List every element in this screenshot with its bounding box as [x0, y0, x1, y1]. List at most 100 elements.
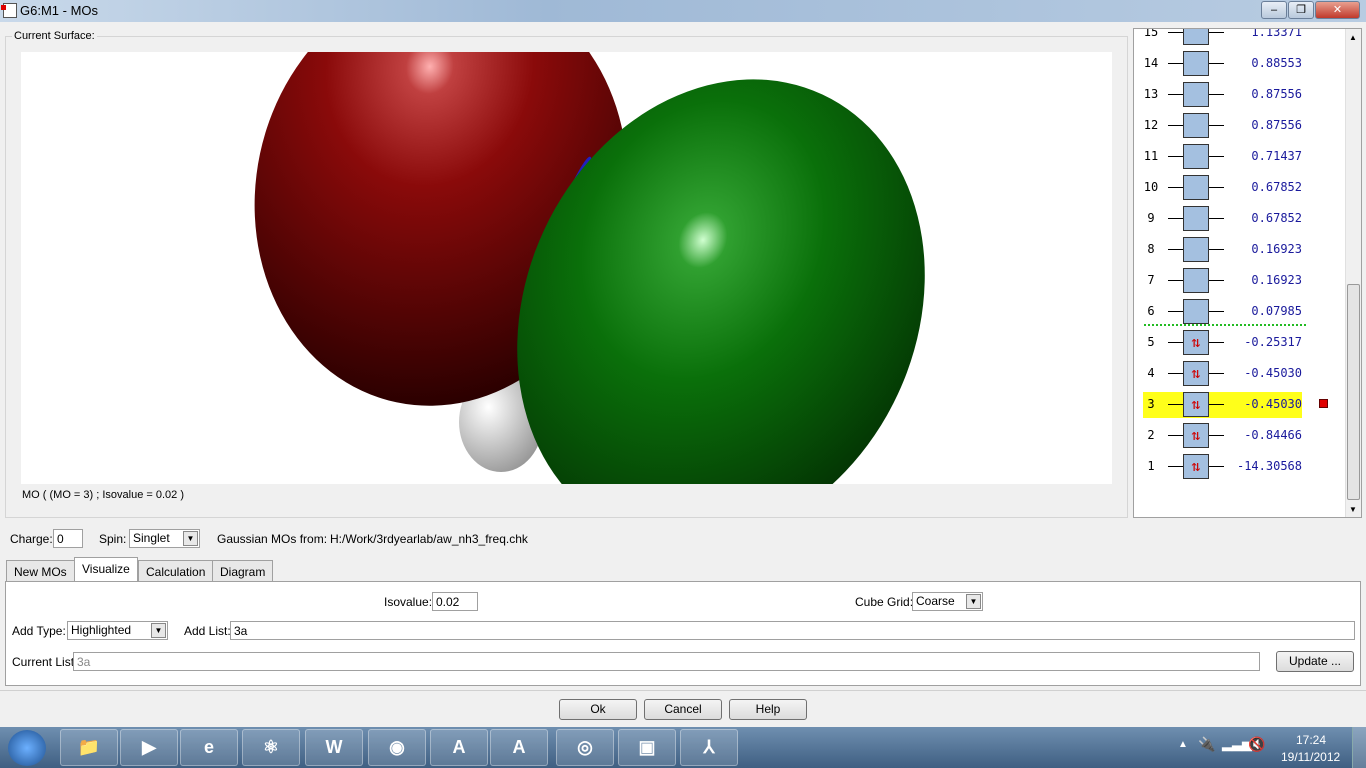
chevron-down-icon: ▼	[183, 531, 198, 546]
mo-number: 6	[1147, 304, 1155, 318]
icsd-icon[interactable]: ◎	[556, 729, 614, 766]
spin-value: Singlet	[133, 531, 170, 545]
mo-energy: 0.87556	[1251, 118, 1302, 132]
mo-number: 15	[1143, 28, 1159, 39]
update-button[interactable]: Update ...	[1276, 651, 1354, 672]
mo-row[interactable]: 3 ⇅ -0.45030	[1134, 392, 1344, 418]
mo-row[interactable]: 7 0.16923	[1134, 268, 1344, 294]
start-button[interactable]	[8, 730, 46, 766]
add-list-input[interactable]	[230, 621, 1355, 640]
help-button[interactable]: Help	[729, 699, 807, 720]
mo-energy: -0.84466	[1244, 428, 1302, 442]
mo-energy-diagram[interactable]: 15 1.13371 14 0.88553 13 0.87556 12 0.87556 11 0.…	[1133, 28, 1362, 518]
mo-row[interactable]: 11 0.71437	[1134, 144, 1344, 170]
orbital-box	[1183, 206, 1209, 231]
electron-pair-icon: ⇅	[1183, 392, 1209, 417]
gaussview-icon[interactable]: ⚛	[242, 729, 300, 766]
source-label: Gaussian MOs from:	[217, 532, 328, 546]
acrobat-icon[interactable]: ⅄	[680, 729, 738, 766]
volume-muted-icon[interactable]: 🔇	[1248, 736, 1265, 753]
mo-row[interactable]: 13 0.87556	[1134, 82, 1344, 108]
ok-button[interactable]: Ok	[559, 699, 637, 720]
power-icon[interactable]: 🔌	[1198, 736, 1215, 753]
cancel-button[interactable]: Cancel	[644, 699, 722, 720]
taskbar: 📁 ▶ e ⚛ W ◉ A A ◎ ▣ ⅄ ▲ 🔌 ▂▃▅ 🔇 17:24 19…	[0, 727, 1366, 768]
clock-time[interactable]: 17:24	[1296, 733, 1326, 747]
tab-visualize[interactable]: Visualize	[74, 557, 138, 582]
mo-number: 2	[1147, 428, 1155, 442]
scroll-down-icon[interactable]: ▼	[1349, 505, 1357, 514]
internet-explorer-icon[interactable]: e	[180, 729, 238, 766]
electron-pair-icon: ⇅	[1183, 330, 1209, 355]
mo-energy: -14.30568	[1236, 459, 1302, 473]
mo-energy: 0.71437	[1251, 149, 1302, 163]
mo-number: 3	[1147, 397, 1155, 411]
orbital-render	[254, 52, 925, 484]
electron-pair-icon: ⇅	[1183, 454, 1209, 479]
close-button[interactable]: ✕	[1315, 1, 1360, 19]
maximize-button[interactable]: ❐	[1288, 1, 1314, 19]
tray-expand-icon[interactable]: ▲	[1178, 739, 1188, 750]
mo-row[interactable]: 5 ⇅ -0.25317	[1134, 330, 1344, 356]
tab-new-mos[interactable]: New MOs	[6, 560, 75, 581]
show-desktop-button[interactable]	[1352, 727, 1366, 768]
tab-calculation[interactable]: Calculation	[138, 560, 214, 581]
image-viewer-icon[interactable]: ▣	[618, 729, 676, 766]
add-type-label: Add Type:	[12, 624, 66, 638]
cube-grid-select[interactable]: Coarse ▼	[912, 592, 983, 611]
clock-date[interactable]: 19/11/2012	[1281, 750, 1340, 764]
mo-energy: 0.67852	[1251, 211, 1302, 225]
orbital-box	[1183, 268, 1209, 293]
media-player-icon[interactable]: ▶	[120, 729, 178, 766]
mo-number: 4	[1147, 366, 1155, 380]
mo-row[interactable]: 9 0.67852	[1134, 206, 1344, 232]
app-icon	[1, 3, 17, 18]
mo-energy: 1.13371	[1251, 28, 1302, 39]
mo-info-label: MO ( (MO = 3) ; Isovalue = 0.02 )	[22, 489, 184, 501]
spin-select[interactable]: Singlet ▼	[129, 529, 200, 548]
mo-row[interactable]: 2 ⇅ -0.84466	[1134, 423, 1344, 449]
cube-grid-value: Coarse	[916, 594, 955, 608]
mo-row[interactable]: 10 0.67852	[1134, 175, 1344, 201]
mo-number: 12	[1143, 118, 1159, 132]
mo-number: 14	[1143, 56, 1159, 70]
mo-number: 8	[1147, 242, 1155, 256]
mo-row[interactable]: 15 1.13371	[1134, 28, 1344, 46]
mo-number: 7	[1147, 273, 1155, 287]
orbital-viewport[interactable]	[21, 52, 1112, 484]
document-icon[interactable]: A	[430, 729, 488, 766]
scroll-thumb[interactable]	[1347, 284, 1360, 500]
explorer-icon[interactable]: 📁	[60, 729, 118, 766]
mo-row[interactable]: 8 0.16923	[1134, 237, 1344, 263]
orbital-box	[1183, 175, 1209, 200]
mo-energy: 0.87556	[1251, 87, 1302, 101]
current-list-input[interactable]	[73, 652, 1260, 671]
orbital-box	[1183, 299, 1209, 324]
scroll-up-icon[interactable]: ▲	[1349, 33, 1357, 42]
mo-number: 1	[1147, 459, 1155, 473]
document-icon-2[interactable]: A	[490, 729, 548, 766]
mo-list-scrollbar[interactable]: ▲ ▼	[1345, 29, 1361, 517]
mo-energy: -0.25317	[1244, 335, 1302, 349]
firefox-icon[interactable]: ◉	[368, 729, 426, 766]
mo-energy: 0.88553	[1251, 56, 1302, 70]
mo-row[interactable]: 4 ⇅ -0.45030	[1134, 361, 1344, 387]
tab-diagram[interactable]: Diagram	[212, 560, 274, 581]
isovalue-label: Isovalue:	[384, 595, 433, 609]
mo-energy: 0.67852	[1251, 180, 1302, 194]
charge-input[interactable]	[53, 529, 83, 548]
mo-row[interactable]: 14 0.88553	[1134, 51, 1344, 77]
source-path: H:/Work/3rdyearlab/aw_nh3_freq.chk	[330, 532, 528, 546]
minimize-button[interactable]: –	[1261, 1, 1287, 19]
mo-number: 10	[1143, 180, 1159, 194]
isovalue-input[interactable]	[432, 592, 478, 611]
add-type-select[interactable]: Highlighted ▼	[67, 621, 168, 640]
mo-energy: 0.16923	[1251, 273, 1302, 287]
selected-marker-icon	[1319, 399, 1328, 408]
word-icon[interactable]: W	[305, 729, 363, 766]
mo-row[interactable]: 12 0.87556	[1134, 113, 1344, 139]
orbital-box	[1183, 237, 1209, 262]
mo-row[interactable]: 1 ⇅ -14.30568	[1134, 454, 1344, 480]
mo-energy: 0.16923	[1251, 242, 1302, 256]
mo-row[interactable]: 6 0.07985	[1134, 299, 1344, 325]
